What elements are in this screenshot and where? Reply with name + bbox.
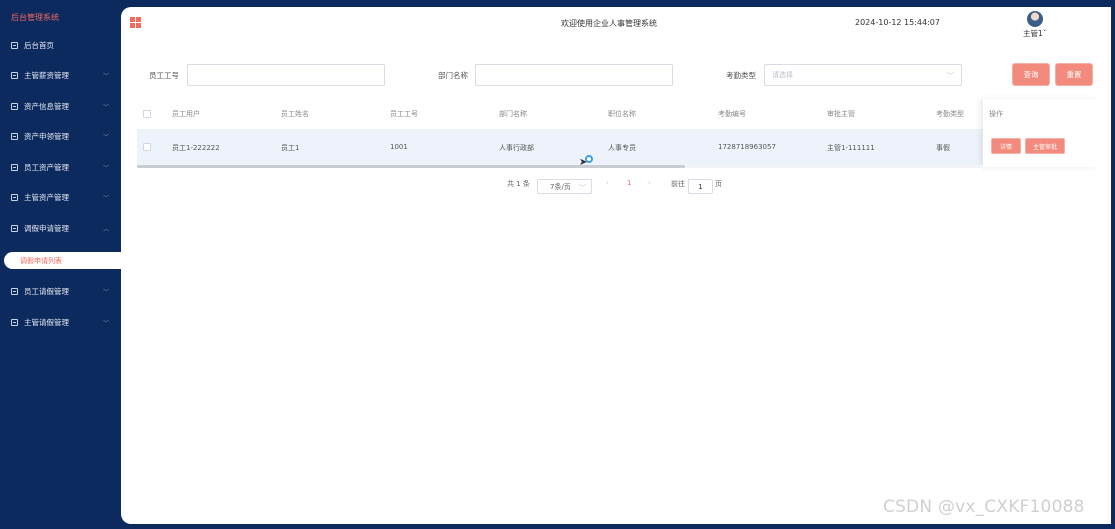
col-header-attendance-no: 考勤编号 <box>718 110 746 118</box>
submenu: 调假申请列表 <box>0 251 132 270</box>
sidebar-item-manager-leave[interactable]: 主管请假管理 ﹀ <box>0 310 121 334</box>
cell-position: 人事专员 <box>608 144 636 152</box>
menu-icon <box>11 163 18 171</box>
sidebar-item-label: 主管资产管理 <box>24 192 69 202</box>
query-button[interactable]: 查询 <box>1013 64 1049 85</box>
sidebar-item-employee-leave[interactable]: 员工请假管理 ﹀ <box>0 279 121 303</box>
menu-icon <box>11 132 18 140</box>
sidebar-item-leave-adjust[interactable]: 调假申请管理 ﹀ <box>0 216 121 240</box>
cell-approver: 主管1-111111 <box>827 144 875 152</box>
chevron-down-icon: ﹀ <box>102 320 109 327</box>
goto-label: 前往 <box>671 180 685 188</box>
chevron-up-icon: ﹀ <box>102 224 109 231</box>
menu-icon <box>11 287 18 295</box>
menu-icon <box>11 102 18 110</box>
user-dropdown[interactable]: 主管1ˇ <box>1023 28 1047 39</box>
loading-spinner-icon <box>585 155 593 163</box>
employee-no-input[interactable] <box>187 64 385 86</box>
sidebar-item-label: 资产信息管理 <box>24 101 69 111</box>
col-header-position: 职位名称 <box>608 110 636 118</box>
chevron-down-icon: ﹀ <box>102 73 109 80</box>
col-header-department: 部门名称 <box>499 110 527 118</box>
datetime: 2024-10-12 15:44:07 <box>855 18 940 27</box>
sidebar-item-label: 主管薪资管理 <box>24 70 69 80</box>
table-header: 员工用户 员工姓名 员工工号 部门名称 职位名称 考勤编号 审批主管 考勤类型 <box>137 99 1093 130</box>
next-page-button[interactable]: › <box>648 179 651 187</box>
col-header-operations: 操作 <box>989 110 1003 118</box>
horizontal-scrollbar-thumb[interactable] <box>137 165 685 168</box>
grid-menu-icon[interactable] <box>130 17 141 28</box>
department-label: 部门名称 <box>438 71 468 80</box>
chevron-down-icon: ﹀ <box>102 104 109 111</box>
department-input[interactable] <box>475 64 673 86</box>
sidebar-item-label: 员工资产管理 <box>24 162 69 172</box>
watermark-text: CSDN @vx_CXKF10088 <box>883 497 1085 517</box>
attendance-type-label: 考勤类型 <box>726 71 756 80</box>
attendance-type-select[interactable]: 请选择 ﹀ <box>764 64 962 86</box>
page-size-value: 7条/页 <box>550 182 571 191</box>
operations-column: 操作 详情 主管审批 <box>983 99 1098 167</box>
menu-icon <box>11 318 18 326</box>
chevron-down-icon: ﹀ <box>102 289 109 296</box>
sidebar-item-label: 资产申领管理 <box>24 131 69 141</box>
sidebar-item-label: 调假申请管理 <box>24 223 69 233</box>
prev-page-button[interactable]: ‹ <box>606 179 609 187</box>
sidebar-item-employee-asset[interactable]: 员工资产管理 ﹀ <box>0 155 121 179</box>
submenu-item-leave-adjust-list[interactable]: 调假申请列表 <box>4 252 132 269</box>
goto-page-input[interactable]: 1 <box>688 179 713 194</box>
col-header-approver: 审批主管 <box>827 110 855 118</box>
user-name: 主管1 <box>1023 29 1043 38</box>
chevron-down-icon: ﹀ <box>102 165 109 172</box>
cell-attendance-type: 事假 <box>936 144 950 152</box>
row-checkbox[interactable] <box>143 143 151 151</box>
col-header-name: 员工姓名 <box>281 110 309 118</box>
col-header-user: 员工用户 <box>172 110 200 118</box>
pagination-total: 共 1 条 <box>507 180 530 188</box>
chevron-down-icon: ˇ <box>1042 29 1047 38</box>
main-panel: 欢迎使用企业人事管理系统 2024-10-12 15:44:07 主管1ˇ 员工… <box>121 7 1111 524</box>
page-size-select[interactable]: 7条/页 ﹀ <box>537 179 592 194</box>
page-number-current[interactable]: 1 <box>627 179 631 187</box>
menu-icon <box>11 193 18 201</box>
chevron-down-icon: ﹀ <box>947 72 954 80</box>
cell-department: 人事行政部 <box>499 144 534 152</box>
sidebar-item-asset-info[interactable]: 资产信息管理 ﹀ <box>0 94 121 118</box>
cell-user: 员工1-222222 <box>172 144 220 152</box>
cell-employee-no: 1001 <box>390 143 408 151</box>
brand-title: 后台管理系统 <box>11 13 59 22</box>
employee-no-label: 员工工号 <box>149 71 179 80</box>
sidebar-item-label: 员工请假管理 <box>24 286 69 296</box>
sidebar-item-label: 后台首页 <box>24 40 54 50</box>
menu-icon <box>11 41 18 49</box>
avatar[interactable] <box>1027 11 1043 27</box>
welcome-text: 欢迎使用企业人事管理系统 <box>561 19 657 28</box>
chevron-down-icon: ﹀ <box>102 195 109 202</box>
page-unit-label: 页 <box>715 180 722 188</box>
select-all-checkbox[interactable] <box>143 110 151 118</box>
menu-icon <box>11 71 18 79</box>
chevron-down-icon: ﹀ <box>102 134 109 141</box>
reset-button[interactable]: 重置 <box>1056 64 1092 85</box>
sidebar-item-label: 主管请假管理 <box>24 317 69 327</box>
menu-icon <box>11 224 18 232</box>
cell-name: 员工1 <box>281 144 300 152</box>
col-header-employee-no: 员工工号 <box>390 110 418 118</box>
col-header-attendance-type: 考勤类型 <box>936 110 964 118</box>
chevron-down-icon: ﹀ <box>579 184 586 192</box>
table-row[interactable]: 员工1-222222 员工1 1001 人事行政部 人事专员 172871896… <box>137 130 1093 165</box>
sidebar-item-manager-asset[interactable]: 主管资产管理 ﹀ <box>0 185 121 209</box>
sidebar-item-manager-salary[interactable]: 主管薪资管理 ﹀ <box>0 63 121 87</box>
sidebar-item-home[interactable]: 后台首页 <box>0 33 121 57</box>
cell-attendance-no: 1728718963057 <box>718 143 776 151</box>
detail-button[interactable]: 详情 <box>992 139 1020 153</box>
sidebar-item-asset-claim[interactable]: 资产申领管理 ﹀ <box>0 124 121 148</box>
submenu-item-label: 调假申请列表 <box>20 256 62 265</box>
approve-button[interactable]: 主管审批 <box>1026 139 1064 153</box>
select-placeholder: 请选择 <box>772 71 793 79</box>
